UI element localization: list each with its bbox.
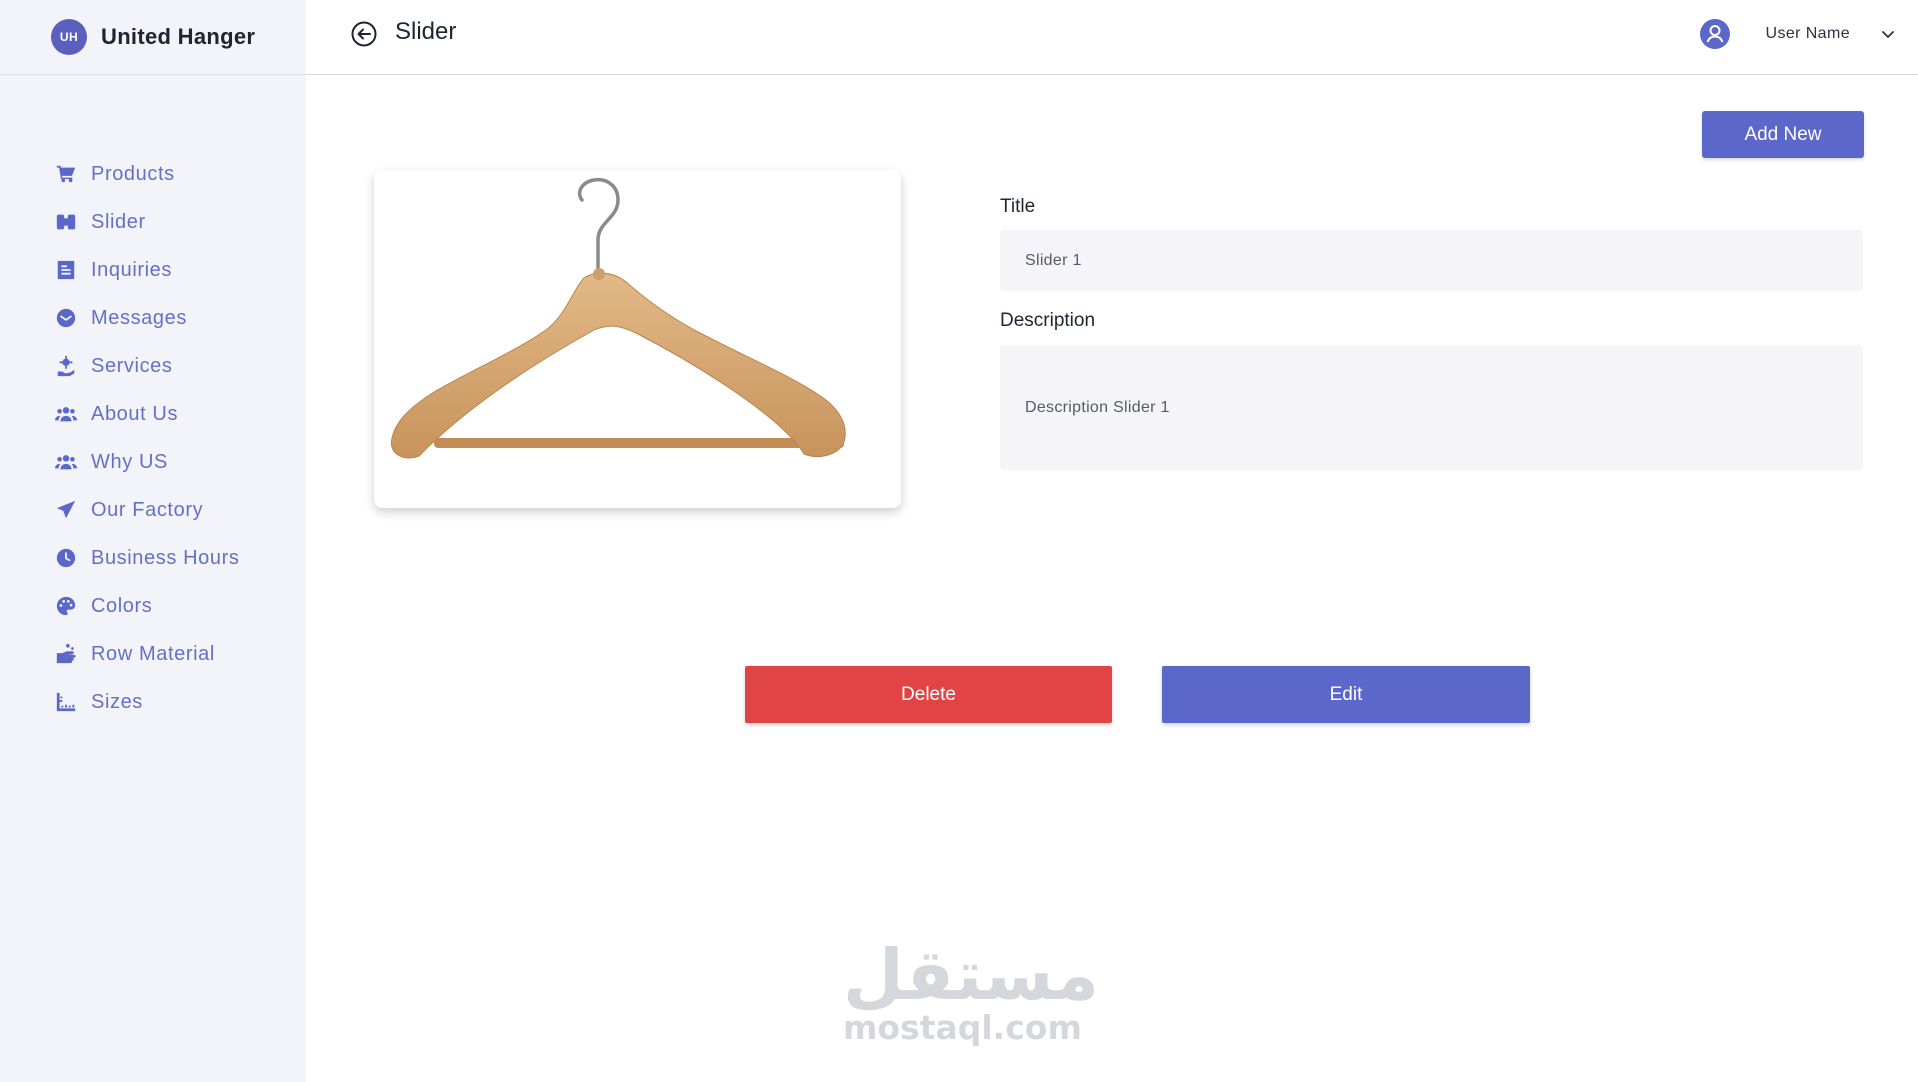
sidebar-item-messages[interactable]: Messages xyxy=(54,294,239,342)
user-menu[interactable]: User Name xyxy=(1699,18,1896,50)
sidebar-item-services[interactable]: Services xyxy=(54,342,239,390)
user-name: User Name xyxy=(1765,25,1850,42)
sidebar-item-colors[interactable]: Colors xyxy=(54,582,239,630)
watermark: مستقل mostaql.com xyxy=(843,934,1100,1047)
edit-button[interactable]: Edit xyxy=(1162,666,1530,723)
sidebar: UH United Hanger Products Slider Inquiri… xyxy=(0,0,306,1082)
delete-button[interactable]: Delete xyxy=(745,666,1112,723)
description-text: Description Slider 1 xyxy=(1025,398,1170,416)
hanger-image xyxy=(390,177,846,459)
title-input[interactable] xyxy=(1000,230,1863,291)
users-icon xyxy=(54,450,78,474)
user-avatar-icon xyxy=(1700,19,1731,49)
sidebar-item-label: Why US xyxy=(91,450,168,473)
top-bar: Slider User Name xyxy=(306,0,1918,75)
sidebar-item-slider[interactable]: Slider xyxy=(54,198,239,246)
watermark-arabic: مستقل xyxy=(843,934,1100,1016)
sidebar-item-label: Products xyxy=(91,162,175,185)
add-new-button[interactable]: Add New xyxy=(1702,111,1864,158)
description-input[interactable]: Description Slider 1 xyxy=(1000,345,1863,470)
sidebar-item-sizes[interactable]: Sizes xyxy=(54,678,239,726)
sidebar-item-products[interactable]: Products xyxy=(54,150,239,198)
description-label: Description xyxy=(1000,310,1096,331)
palette-icon xyxy=(54,594,78,618)
hand-wash-icon xyxy=(54,642,78,666)
users-icon xyxy=(54,402,78,426)
sidebar-item-business-hours[interactable]: Business Hours xyxy=(54,534,239,582)
ruler-icon xyxy=(54,690,78,714)
page-title: Slider xyxy=(395,18,457,45)
sidebar-item-about-us[interactable]: About Us xyxy=(54,390,239,438)
sidebar-item-label: Sizes xyxy=(91,690,143,713)
brand-logo: UH xyxy=(51,19,87,55)
slider-icon xyxy=(54,210,78,234)
slider-image-card[interactable] xyxy=(374,170,901,508)
brand-name: United Hanger xyxy=(101,24,256,49)
title-label: Title xyxy=(1000,196,1036,217)
sidebar-item-inquiries[interactable]: Inquiries xyxy=(54,246,239,294)
sidebar-item-label: Inquiries xyxy=(91,258,172,281)
document-icon xyxy=(54,258,78,282)
sidebar-item-label: Business Hours xyxy=(91,546,240,569)
chevron-down-icon[interactable] xyxy=(1880,26,1896,42)
sidebar-item-label: Colors xyxy=(91,594,153,617)
sidebar-item-label: About Us xyxy=(91,402,179,425)
sidebar-item-why-us[interactable]: Why US xyxy=(54,438,239,486)
message-icon xyxy=(54,306,78,330)
watermark-latin: mostaql.com xyxy=(843,1008,1082,1047)
sidebar-item-label: Row Material xyxy=(91,642,215,665)
sidebar-item-label: Services xyxy=(91,354,173,377)
gear-hand-icon xyxy=(54,354,78,378)
paper-plane-icon xyxy=(54,498,78,522)
sidebar-nav: Products Slider Inquiries Messages Servi… xyxy=(54,150,239,726)
back-arrow-icon[interactable] xyxy=(350,20,378,48)
cart-icon xyxy=(54,162,78,186)
sidebar-item-our-factory[interactable]: Our Factory xyxy=(54,486,239,534)
sidebar-item-row-material[interactable]: Row Material xyxy=(54,630,239,678)
sidebar-item-label: Messages xyxy=(91,306,187,329)
brand[interactable]: UH United Hanger xyxy=(0,0,306,75)
sidebar-item-label: Slider xyxy=(91,210,146,233)
sidebar-item-label: Our Factory xyxy=(91,498,204,521)
clock-icon xyxy=(54,546,78,570)
